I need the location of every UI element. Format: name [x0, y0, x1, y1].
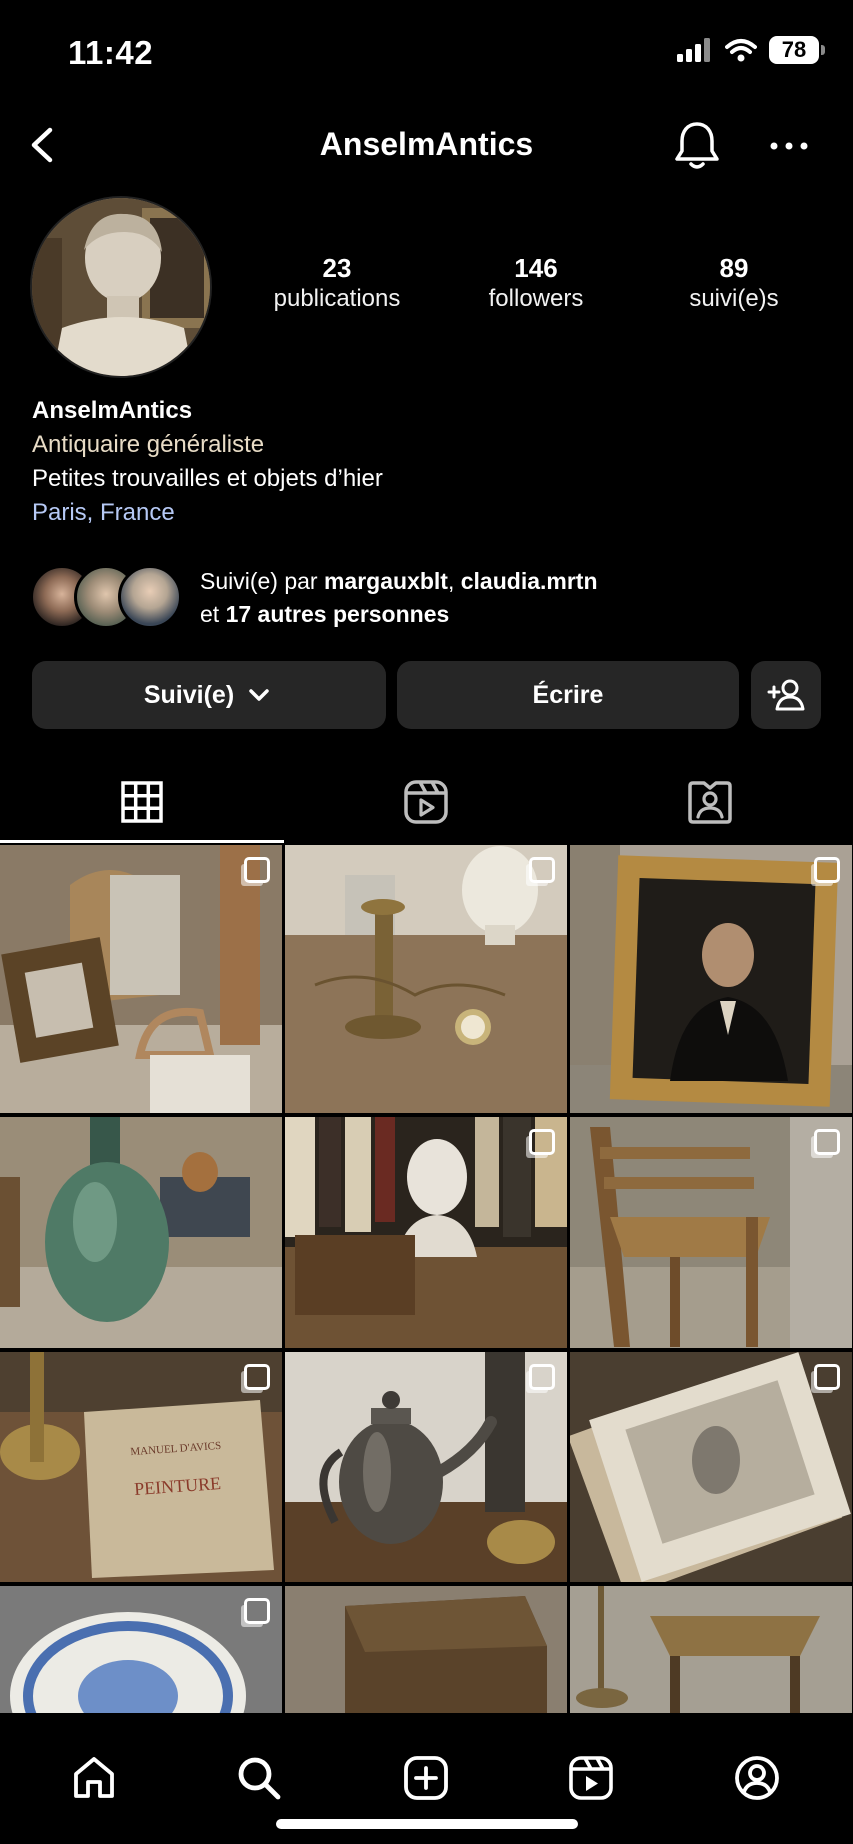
post-image-candlestick — [285, 845, 567, 1113]
bust-portrait-image — [32, 198, 210, 376]
post-thumbnail[interactable] — [570, 1586, 852, 1713]
followed-by-prefix: Suivi(e) par — [200, 568, 324, 594]
stat-followers[interactable]: 146 followers — [436, 252, 636, 314]
home-indicator[interactable] — [276, 1819, 578, 1829]
post-image-portrait-painting — [570, 845, 852, 1113]
tab-reels[interactable] — [284, 760, 568, 844]
nav-reels[interactable] — [556, 1743, 626, 1813]
reels-icon — [569, 1756, 613, 1800]
post-thumbnail[interactable]: MANUEL D'AVICS PEINTURE — [0, 1352, 282, 1582]
post-thumbnail[interactable] — [0, 1586, 282, 1713]
chevron-down-icon — [249, 689, 269, 701]
active-tab-indicator — [0, 840, 284, 843]
followed-by[interactable]: Suivi(e) par margauxblt, claudia.mrtn et… — [30, 563, 830, 633]
followed-by-text: Suivi(e) par margauxblt, claudia.mrtn et… — [200, 565, 820, 631]
status-bar: 11:42 78 — [0, 0, 853, 100]
profile-avatar[interactable] — [30, 196, 212, 378]
multiple-images-icon — [814, 1364, 840, 1390]
post-image-demijohn — [0, 1117, 282, 1348]
post-image-wooden-box — [285, 1586, 567, 1713]
notifications-button[interactable] — [668, 116, 726, 176]
multiple-images-icon — [244, 1598, 270, 1624]
follower-avatars — [30, 565, 186, 631]
more-horizontal-icon — [770, 142, 808, 150]
battery-indicator: 78 — [769, 36, 825, 64]
nav-home[interactable] — [59, 1743, 129, 1813]
post-image-mirrors — [0, 845, 282, 1113]
message-button[interactable]: Écrire — [397, 661, 739, 729]
multiple-images-icon — [244, 857, 270, 883]
post-thumbnail[interactable] — [570, 845, 852, 1113]
stat-posts-number: 23 — [322, 253, 352, 283]
stat-posts-label: publications — [273, 285, 401, 312]
profile-category: Antiquaire généraliste — [32, 431, 265, 458]
stat-following-number: 89 — [719, 253, 749, 283]
stat-following[interactable]: 89 suivi(e)s — [634, 252, 834, 314]
profile-header: AnselmAntics — [0, 112, 853, 182]
message-button-label: Écrire — [532, 680, 604, 709]
post-thumbnail[interactable] — [285, 1586, 567, 1713]
followed-by-separator: , — [447, 568, 461, 594]
add-person-icon — [767, 679, 805, 711]
plus-square-icon — [404, 1756, 448, 1800]
post-image-bust-books — [285, 1117, 567, 1348]
followed-by-others[interactable]: 17 autres personnes — [226, 601, 450, 627]
post-image-chair — [570, 1117, 852, 1348]
nav-create[interactable] — [391, 1743, 461, 1813]
nav-search[interactable] — [224, 1743, 294, 1813]
multiple-images-icon — [529, 1364, 555, 1390]
status-icons: 78 — [677, 36, 825, 64]
profile-tabs — [0, 760, 853, 844]
post-thumbnail[interactable] — [570, 1117, 852, 1348]
grid-icon — [121, 781, 163, 823]
followed-by-line2-prefix: et — [200, 601, 226, 627]
profile-name: AnselmAntics — [32, 397, 193, 424]
stat-followers-label: followers — [488, 285, 584, 312]
profile-icon — [735, 1756, 779, 1800]
stat-followers-number: 146 — [514, 253, 558, 283]
tagged-person-icon — [688, 781, 732, 824]
posts-grid: MANUEL D'AVICS PEINTURE — [0, 845, 853, 1713]
post-image-teapot — [285, 1352, 567, 1582]
home-icon — [74, 1757, 114, 1798]
stat-following-label: suivi(e)s — [689, 285, 779, 312]
wifi-icon — [725, 39, 757, 62]
multiple-images-icon — [814, 1129, 840, 1155]
post-thumbnail[interactable] — [0, 845, 282, 1113]
follower-username[interactable]: margauxblt — [324, 568, 448, 594]
post-image-faience-plate — [0, 1586, 282, 1713]
post-thumbnail[interactable] — [0, 1117, 282, 1348]
post-image-engravings — [570, 1352, 852, 1582]
follower-username[interactable]: claudia.mrtn — [461, 568, 598, 594]
post-image-stool — [570, 1586, 852, 1713]
suggest-users-button[interactable] — [751, 661, 821, 729]
following-button-label: Suivi(e) — [143, 680, 235, 709]
bell-icon — [675, 122, 719, 169]
reels-icon — [404, 780, 448, 824]
multiple-images-icon — [529, 1129, 555, 1155]
signal-icon — [677, 38, 710, 62]
avatar — [118, 565, 182, 629]
post-thumbnail[interactable] — [285, 1352, 567, 1582]
tab-posts-grid[interactable] — [0, 760, 284, 844]
post-thumbnail[interactable] — [285, 1117, 567, 1348]
status-time: 11:42 — [68, 34, 154, 71]
post-image-book-peinture: MANUEL D'AVICS PEINTURE — [0, 1352, 282, 1582]
profile-location-link[interactable]: Paris, France — [32, 496, 822, 530]
multiple-images-icon — [814, 857, 840, 883]
profile-bio: AnselmAntics Antiquaire généraliste Peti… — [32, 394, 822, 530]
multiple-images-icon — [529, 857, 555, 883]
stat-posts[interactable]: 23 publications — [237, 252, 437, 314]
multiple-images-icon — [244, 1364, 270, 1390]
nav-profile[interactable] — [722, 1743, 792, 1813]
search-icon — [238, 1757, 281, 1800]
tab-tagged[interactable] — [568, 760, 852, 844]
more-options-button[interactable] — [762, 126, 816, 166]
profile-bio-text: Petites trouvailles et objets d’hier — [32, 465, 383, 492]
post-thumbnail[interactable] — [570, 1352, 852, 1582]
post-thumbnail[interactable] — [285, 845, 567, 1113]
following-button[interactable]: Suivi(e) — [32, 661, 386, 729]
